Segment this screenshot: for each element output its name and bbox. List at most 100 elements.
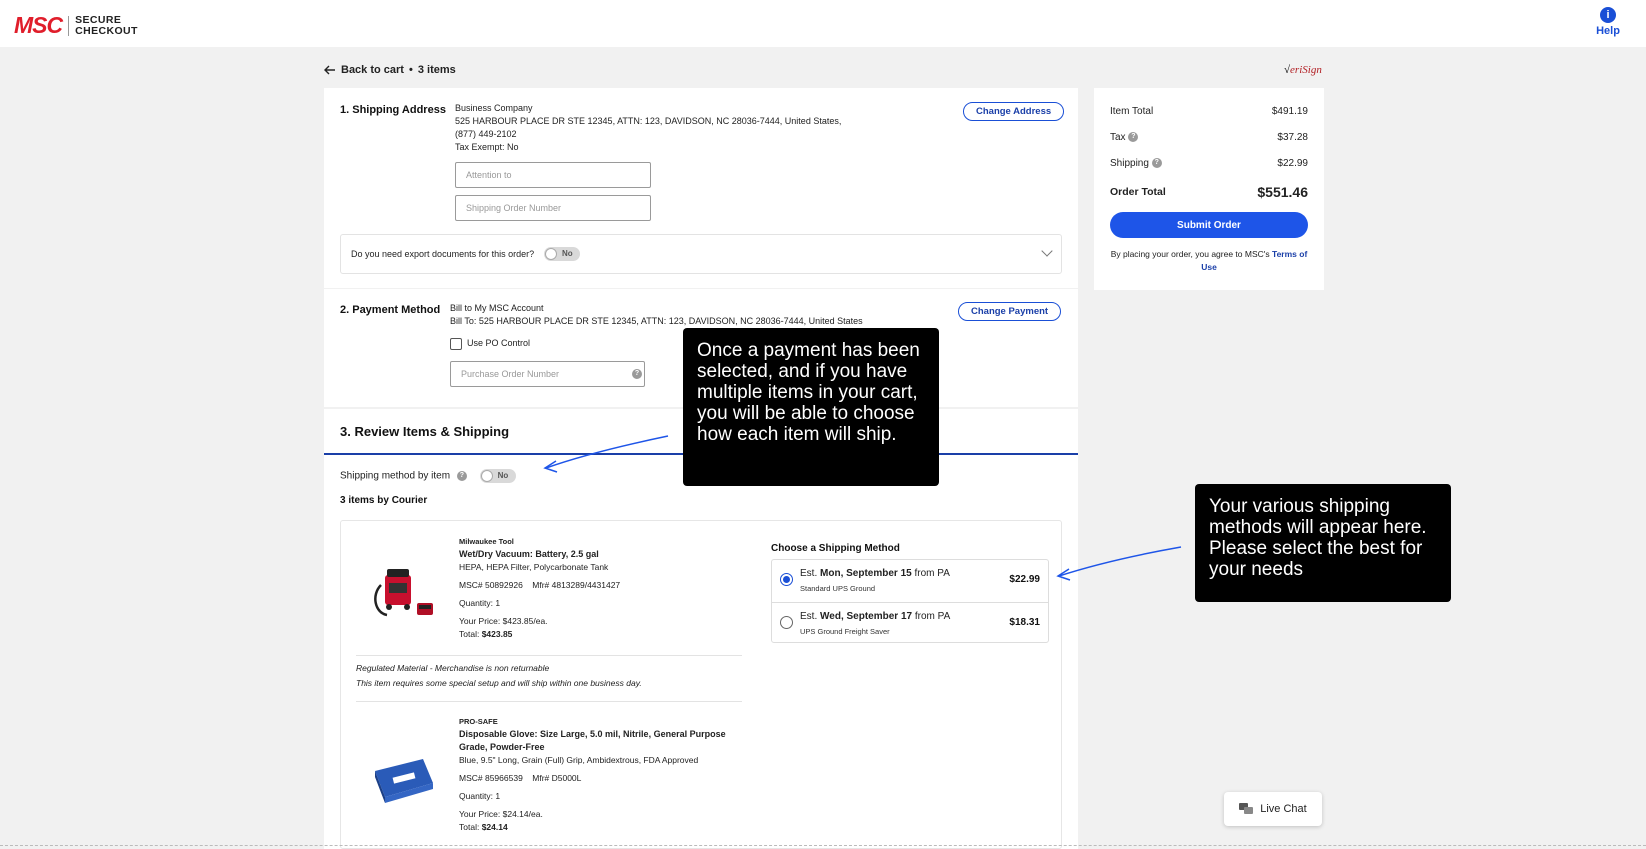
tax-value: $37.28 <box>1277 132 1308 143</box>
est-day: Wed, September 17 <box>820 611 913 622</box>
product-details: Milwaukee Tool Wet/Dry Vacuum: Battery, … <box>459 535 749 641</box>
total-value: $24.14 <box>481 822 508 832</box>
shipping-radio-selected[interactable] <box>780 573 793 586</box>
export-documents-row[interactable]: Do you need export documents for this or… <box>340 234 1062 274</box>
purchase-order-input[interactable]: Purchase Order Number ? <box>450 361 645 387</box>
item-total-value: $491.19 <box>1271 106 1308 117</box>
logo-secure-checkout: SECURE CHECKOUT <box>75 15 138 36</box>
regulated-note: Regulated Material - Merchandise is non … <box>356 663 550 673</box>
change-payment-button[interactable]: Change Payment <box>958 302 1062 321</box>
terms-notice: By placing your order, you agree to MSC'… <box>1110 248 1308 274</box>
chevron-down-icon[interactable] <box>1041 245 1053 257</box>
phone: (877) 449-2102 <box>455 129 517 139</box>
item-total-label: Item Total <box>1110 106 1154 117</box>
vacuum-product-image[interactable] <box>371 565 437 625</box>
product-ids: MSC# 50892926 Mfr# 4813289/4431427 <box>459 579 749 592</box>
export-toggle[interactable]: No <box>544 247 580 261</box>
po-control-label: Use PO Control <box>467 338 531 348</box>
msc-number: MSC# 85966539 <box>459 773 523 783</box>
arrow-left-icon <box>324 65 335 75</box>
top-bar: MSC SECURE CHECKOUT i Help <box>0 0 1646 47</box>
payment-callout: Once a payment has been selected, and if… <box>683 328 939 486</box>
msc-number: MSC# 50892926 <box>459 580 523 590</box>
product-quantity: Quantity: 1 <box>459 791 501 801</box>
product-brand: Milwaukee Tool <box>459 537 514 546</box>
ship-origin: from PA <box>912 611 951 622</box>
product-name[interactable]: Disposable Glove: Size Large, 5.0 mil, N… <box>459 728 749 754</box>
product-price: Your Price: $24.14/ea. <box>459 809 543 819</box>
shipping-address-title: 1. Shipping Address <box>340 104 446 116</box>
help-icon[interactable]: ? <box>1151 158 1162 169</box>
bill-to: Bill To: 525 HARBOUR PLACE DR STE 12345,… <box>450 316 863 326</box>
agree-text: By placing your order, you agree to MSC'… <box>1110 249 1273 259</box>
product-quantity: Quantity: 1 <box>459 598 501 608</box>
choose-shipping-label: Choose a Shipping Method <box>771 543 900 554</box>
total-label: Total: <box>459 822 482 832</box>
po-control-checkbox[interactable] <box>450 337 462 350</box>
shipping-label-wrap: Shipping ? <box>1110 158 1162 169</box>
tax-row: Tax ? $37.28 <box>1110 132 1308 143</box>
ship-origin: from PA <box>911 568 950 579</box>
ship-service: UPS Ground Freight Saver <box>800 627 890 636</box>
method-by-item-toggle[interactable]: No <box>479 469 516 483</box>
logo-divider <box>68 15 70 36</box>
item-notes: Regulated Material - Merchandise is non … <box>356 661 642 691</box>
shipping-option[interactable]: Est. Mon, September 15 from PA Standard … <box>772 560 1048 602</box>
product-description: HEPA, HEPA Filter, Polycarbonate Tank <box>459 562 609 572</box>
est-prefix: Est. <box>800 568 821 579</box>
payment-method-title: 2. Payment Method <box>340 304 441 316</box>
product-description: Blue, 9.5" Long, Grain (Full) Grip, Ambi… <box>459 755 699 765</box>
product-ids: MSC# 85966539 Mfr# D5000L <box>459 772 749 785</box>
export-toggle-label: No <box>562 249 573 258</box>
change-address-button[interactable]: Change Address <box>963 102 1065 121</box>
ship-estimate: Est. Mon, September 15 from PA <box>800 568 950 579</box>
payment-block: Bill to My MSC Account Bill To: 525 HARB… <box>450 302 863 328</box>
po-placeholder: Purchase Order Number <box>461 369 560 379</box>
product-brand: PRO-SAFE <box>459 717 498 726</box>
help-button[interactable]: i Help <box>1590 7 1626 37</box>
back-label: Back to cart <box>341 64 404 76</box>
shipping-order-number-input[interactable]: Shipping Order Number <box>455 195 651 221</box>
attention-input[interactable]: Attention to <box>455 162 651 188</box>
shipping-row: Shipping ? $22.99 <box>1110 158 1308 169</box>
toggle-knob <box>545 248 557 260</box>
help-label: Help <box>1596 25 1620 37</box>
help-icon[interactable]: ? <box>456 471 467 481</box>
product-total: Total: $423.85 <box>459 628 749 641</box>
po-control-option[interactable]: Use PO Control <box>450 337 530 350</box>
help-icon[interactable]: ? <box>632 369 642 379</box>
method-by-item-label: Shipping method by item <box>340 470 451 482</box>
item-divider <box>356 655 742 656</box>
shipping-options: Est. Mon, September 15 from PA Standard … <box>771 559 1049 643</box>
live-chat-button[interactable]: Live Chat <box>1224 792 1322 826</box>
shipping-address-section: 1. Shipping Address Business Company 525… <box>324 88 1078 288</box>
help-icon[interactable]: ? <box>1128 132 1139 143</box>
logo-brand: MSC <box>14 12 63 38</box>
tax-exempt: Tax Exempt: No <box>455 142 519 152</box>
mfr-number: Mfr# D5000L <box>532 773 582 783</box>
back-to-cart-link[interactable]: Back to cart • 3 items <box>324 64 456 76</box>
total-value: $423.85 <box>481 629 513 639</box>
shipping-option[interactable]: Est. Wed, September 17 from PA UPS Groun… <box>772 602 1048 644</box>
shipping-radio[interactable] <box>780 616 793 629</box>
cart-count: 3 items <box>417 64 456 76</box>
total-label: Total: <box>459 629 482 639</box>
product-name[interactable]: Wet/Dry Vacuum: Battery, 2.5 gal <box>459 548 749 561</box>
method-by-item-row: Shipping method by item ? No <box>340 469 516 483</box>
verisign-logo: √eriSign <box>1284 64 1322 76</box>
back-separator: • <box>408 64 413 76</box>
est-day: Mon, September 15 <box>820 568 912 579</box>
ship-estimate: Est. Wed, September 17 from PA <box>800 611 950 622</box>
toggle-knob <box>480 470 493 482</box>
msc-logo[interactable]: MSC SECURE CHECKOUT <box>14 12 138 39</box>
submit-order-button[interactable]: Submit Order <box>1110 212 1308 238</box>
glove-box-product-image[interactable] <box>371 749 437 809</box>
product-total: Total: $24.14 <box>459 821 749 834</box>
order-summary: Item Total $491.19 Tax ? $37.28 Shipping ?… <box>1094 88 1324 290</box>
export-question: Do you need export documents for this or… <box>351 249 535 259</box>
chat-bubbles-icon <box>1239 803 1254 814</box>
tax-label-wrap: Tax ? <box>1110 132 1139 143</box>
payment-method-name: Bill to My MSC Account <box>450 303 544 313</box>
product-details: PRO-SAFE Disposable Glove: Size Large, 5… <box>459 715 749 834</box>
ship-price: $18.31 <box>1009 617 1040 628</box>
